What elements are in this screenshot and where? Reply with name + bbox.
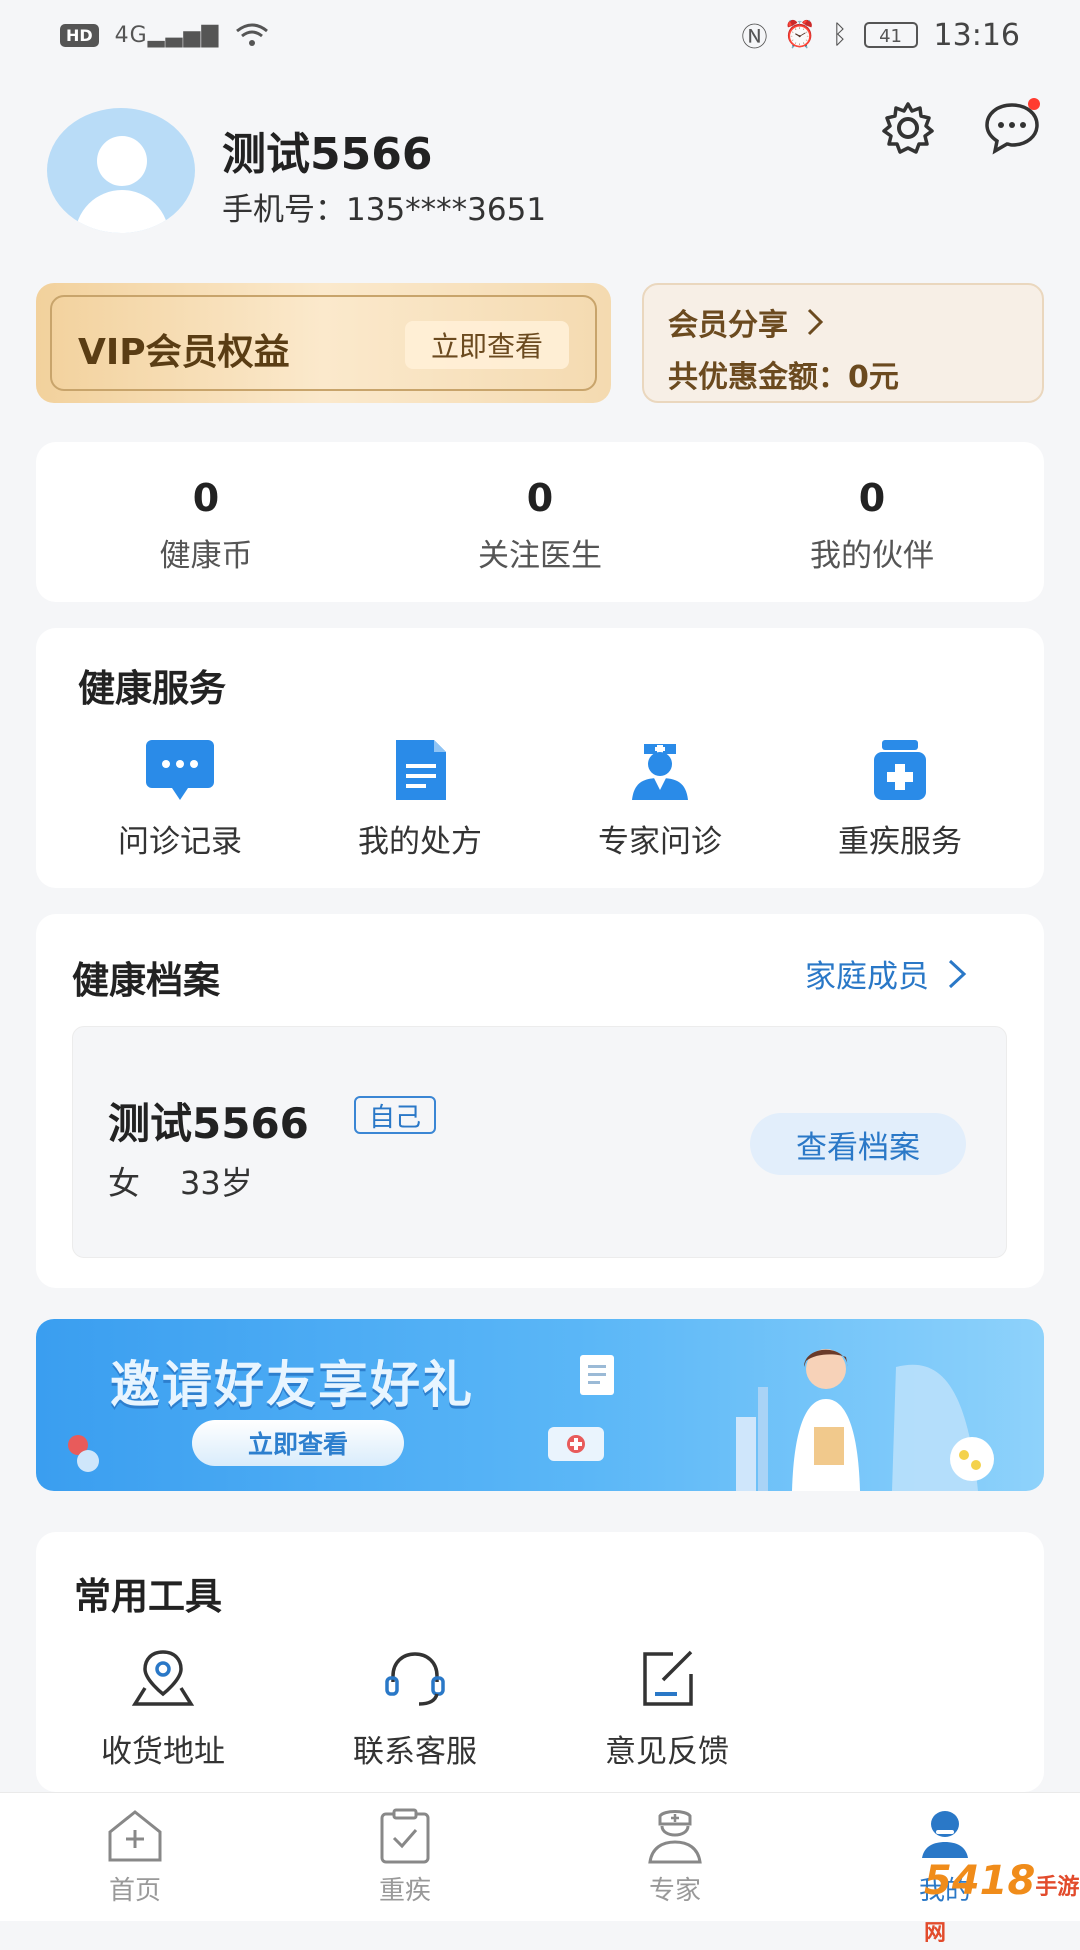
vip-title: VIP会员权益 (78, 332, 290, 373)
service-expert-consultation[interactable]: 专家问诊 (540, 738, 780, 861)
member-share-title[interactable]: 会员分享 (668, 300, 824, 344)
unread-badge (1028, 98, 1040, 110)
service-label: 我的处方 (358, 824, 482, 860)
bluetooth-icon: ᛒ (831, 20, 848, 50)
family-members-link[interactable]: 家庭成员 (805, 951, 967, 996)
stat-value: 0 (526, 476, 554, 520)
tool-label: 联系客服 (353, 1734, 477, 1770)
document-icon (384, 738, 456, 802)
feedback-edit-icon (633, 1648, 701, 1708)
service-consultation-records[interactable]: 问诊记录 (60, 738, 300, 861)
record-name: 测试5566 (108, 1099, 309, 1148)
service-label: 重疾服务 (838, 824, 962, 860)
tool-feedback[interactable]: 意见反馈 (562, 1648, 772, 1771)
vip-view-button[interactable]: 立即查看 (405, 321, 569, 369)
service-label: 问诊记录 (118, 824, 242, 860)
tool-label: 收货地址 (101, 1734, 225, 1770)
service-my-prescriptions[interactable]: 我的处方 (300, 738, 540, 861)
health-services-title: 健康服务 (78, 667, 226, 710)
common-tools-title: 常用工具 (74, 1575, 222, 1618)
discount-amount: 共优惠金额：0元 (668, 360, 899, 395)
view-record-button[interactable]: 查看档案 (750, 1113, 966, 1175)
alarm-icon: ⏰ (783, 20, 816, 50)
network-type: 4G (114, 22, 148, 48)
stat-health-coins[interactable]: 0 健康币 (56, 476, 356, 575)
record-age: 33岁 (180, 1164, 253, 1202)
pill-icon (68, 1435, 99, 1472)
stat-label: 健康币 (159, 538, 253, 574)
medicine-bottle-icon (864, 738, 936, 802)
location-pin-icon (129, 1648, 197, 1708)
tool-customer-service[interactable]: 联系客服 (310, 1648, 520, 1771)
profile-icon (914, 1808, 976, 1864)
tab-label: 重疾 (378, 1876, 431, 1906)
stat-label: 我的伙伴 (810, 538, 934, 574)
stat-value: 0 (858, 476, 886, 520)
service-label: 专家问诊 (598, 824, 722, 860)
user-phone: 手机号：135****3651 (222, 192, 547, 228)
doctor-illustration (736, 1349, 994, 1491)
banner-view-button[interactable]: 立即查看 (192, 1420, 404, 1466)
watermark-text: 5418 (924, 1858, 1036, 1904)
message-icon[interactable] (980, 96, 1044, 160)
clipboard-check-icon (374, 1808, 436, 1864)
nfc-icon: Ⓝ (741, 22, 768, 53)
home-icon (104, 1808, 166, 1864)
record-gender: 女 (108, 1164, 141, 1202)
stat-my-partners[interactable]: 0 我的伙伴 (722, 476, 1022, 575)
tab-experts[interactable]: 专家 (595, 1808, 755, 1907)
tool-label: 意见反馈 (605, 1734, 729, 1770)
chevron-right-icon (948, 959, 967, 988)
site-watermark-logo: 5418手游网 (924, 1858, 1080, 1950)
doctor-icon (644, 1808, 706, 1864)
clock: 13:16 (933, 17, 1020, 53)
service-critical-illness[interactable]: 重疾服务 (780, 738, 1020, 861)
tab-critical-illness[interactable]: 重疾 (325, 1808, 485, 1907)
battery-icon: 41 (863, 22, 918, 48)
record-info: 女 33岁 (108, 1158, 253, 1204)
tool-shipping-address[interactable]: 收货地址 (58, 1648, 268, 1771)
avatar[interactable] (47, 108, 195, 233)
chevron-right-icon (807, 308, 824, 336)
member-share-label: 会员分享 (668, 308, 788, 343)
family-members-label: 家庭成员 (805, 959, 929, 995)
first-aid-kit-icon (548, 1427, 604, 1461)
stat-followed-doctors[interactable]: 0 关注医生 (390, 476, 690, 575)
tab-label: 首页 (108, 1876, 161, 1906)
doctor-icon (624, 738, 696, 802)
health-records-title: 健康档案 (72, 959, 220, 1002)
headset-icon (381, 1648, 449, 1708)
tab-home[interactable]: 首页 (55, 1808, 215, 1907)
wifi-icon (236, 23, 269, 46)
stat-value: 0 (192, 476, 220, 520)
banner-title: 邀请好友享好礼 (110, 1356, 474, 1414)
self-tag: 自己 (354, 1096, 436, 1134)
hd-indicator: HD (60, 23, 99, 47)
cellular-signal-icon: 4G▂▃▅▇ (114, 22, 220, 48)
tab-label: 专家 (648, 1876, 701, 1906)
clipboard-icon (580, 1355, 614, 1395)
user-name: 测试5566 (222, 129, 433, 180)
settings-gear-icon[interactable] (876, 96, 940, 160)
chat-bubble-icon (144, 738, 216, 802)
status-bar: HD 4G▂▃▅▇ Ⓝ ⏰ ᛒ 41 13:16 (0, 0, 1080, 70)
stat-label: 关注医生 (478, 538, 602, 574)
